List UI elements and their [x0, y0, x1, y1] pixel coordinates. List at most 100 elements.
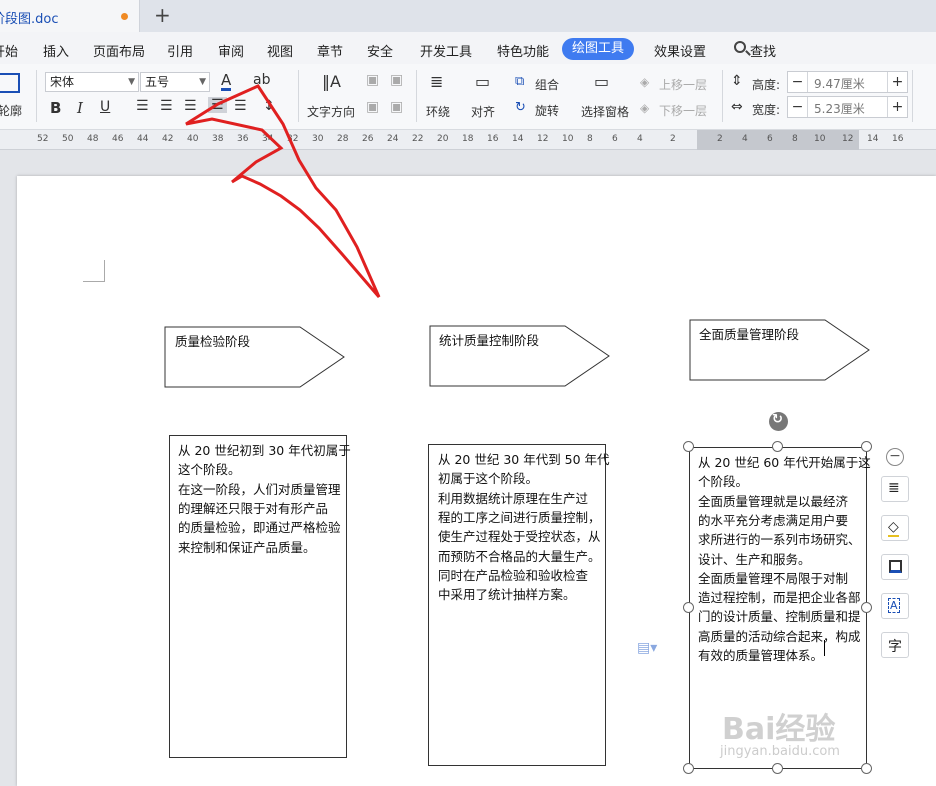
width-label: 宽度: — [752, 103, 781, 117]
menu-developer[interactable]: 开发工具 — [420, 41, 472, 60]
resize-handle-nw[interactable] — [683, 441, 694, 452]
text-direction-icon[interactable]: ‖A — [322, 72, 341, 91]
textbox-prev-icon: ▣ — [366, 99, 380, 115]
rotate-icon[interactable]: ↻ — [515, 100, 526, 115]
align-right-icon[interactable]: ☰ — [184, 98, 197, 114]
menu-page-layout[interactable]: 页面布局 — [93, 41, 145, 60]
rotate-arrow-icon: ↻ — [772, 412, 783, 427]
document-tab[interactable]: 阶段图.doc — [0, 0, 140, 32]
font-color-button[interactable]: A — [221, 72, 232, 91]
ruler-tick-label: 12 — [842, 134, 854, 144]
align-left-icon[interactable]: ☰ — [136, 98, 149, 114]
stage-3-line: 全面质量管理就是以最经济 — [698, 493, 849, 509]
stage-1-line: 的理解还只限于对有形产品 — [178, 500, 329, 516]
menu-references[interactable]: 引用 — [167, 41, 193, 60]
ruler-tick-label: 28 — [337, 134, 349, 144]
ruler-tick-label: 4 — [637, 134, 643, 144]
height-decrease-button[interactable]: − — [788, 72, 808, 92]
side-outline-button[interactable] — [881, 554, 909, 580]
resize-handle-sw[interactable] — [683, 763, 694, 774]
menu-drawing-tools[interactable]: 绘图工具 — [562, 38, 634, 60]
menu-features[interactable]: 特色功能 — [497, 41, 549, 60]
bring-up-button: 上移一层 — [659, 78, 708, 92]
ruler-tick-label: 16 — [892, 134, 904, 144]
wrap-button[interactable]: 环绕 — [426, 103, 450, 120]
stage-2-line: 而预防不合格品的大量生产。 — [438, 548, 601, 564]
new-tab-plus-icon[interactable]: + — [154, 3, 171, 27]
toolbar-separator — [36, 70, 37, 122]
ruler-tick-label: 26 — [362, 134, 374, 144]
height-stepper[interactable]: − 9.47厘米 + — [787, 71, 908, 93]
resize-handle-w[interactable] — [683, 602, 694, 613]
collapse-toolbar-icon[interactable]: − — [886, 448, 904, 466]
distribute-icon[interactable]: ☰ — [234, 98, 247, 114]
rotate-button[interactable]: 旋转 — [535, 102, 559, 119]
line-spacing-icon[interactable]: ↕ — [263, 98, 275, 114]
width-decrease-button[interactable]: − — [788, 97, 808, 117]
document-tab-title: 阶段图.doc — [0, 12, 59, 27]
ruler-tick-label: 18 — [462, 134, 474, 144]
menu-search[interactable]: 查找 — [750, 41, 776, 60]
text-direction-button[interactable]: 文字方向 — [307, 103, 355, 120]
width-stepper[interactable]: − 5.23厘米 + — [787, 96, 908, 118]
justify-icon[interactable]: ☰ — [208, 97, 227, 113]
stage-2-line: 中采用了统计抽样方案。 — [438, 587, 576, 603]
outline-button[interactable]: 轮廓 — [0, 102, 22, 119]
width-value: 5.23厘米 — [814, 102, 865, 116]
font-size-select[interactable]: 五号 ▼ — [140, 72, 210, 92]
menu-review[interactable]: 审阅 — [218, 41, 244, 60]
unsaved-dot-icon — [121, 13, 128, 20]
align-objects-button[interactable]: 对齐 — [471, 103, 495, 120]
menu-start[interactable]: 开始 — [0, 41, 18, 60]
search-icon[interactable] — [734, 41, 746, 53]
align-center-icon[interactable]: ☰ — [160, 98, 173, 114]
highlight-button[interactable]: ab — [253, 72, 270, 88]
font-family-select[interactable]: 宋体 ▼ — [45, 72, 139, 92]
menu-view[interactable]: 视图 — [267, 41, 293, 60]
italic-button[interactable]: I — [77, 99, 83, 117]
ruler-tick-label: 50 — [62, 134, 74, 144]
wrap-icon[interactable]: ≣ — [430, 72, 443, 91]
resize-handle-e[interactable] — [861, 602, 872, 613]
menu-insert[interactable]: 插入 — [43, 41, 69, 60]
selection-pane-button[interactable]: 选择窗格 — [581, 103, 629, 120]
stage-1-line: 来控制和保证产品质量。 — [178, 539, 316, 555]
stage-1-line: 在这一阶段，人们对质量管理 — [178, 481, 341, 497]
ruler-tick-label: 48 — [87, 134, 99, 144]
toolbar-separator — [722, 70, 723, 122]
ruler-tick-label: 10 — [814, 134, 826, 144]
menu-security[interactable]: 安全 — [367, 41, 393, 60]
stage-3-line: 有效的质量管理体系。 — [698, 648, 824, 663]
height-increase-button[interactable]: + — [887, 72, 907, 92]
resize-handle-se[interactable] — [861, 763, 872, 774]
menu-section[interactable]: 章节 — [317, 41, 343, 60]
align-objects-icon[interactable]: ▭ — [475, 72, 490, 91]
ruler-tick-label: 16 — [487, 134, 499, 144]
bold-button[interactable]: B — [50, 99, 61, 117]
paste-options-icon[interactable]: ▤▾ — [637, 640, 657, 656]
side-font-button[interactable]: 字 — [881, 632, 909, 658]
stage-2-line: 使生产过程处于受控状态，从 — [438, 529, 601, 545]
underline-button[interactable]: U — [100, 99, 110, 115]
side-fill-button[interactable]: ◇ — [881, 515, 909, 541]
width-increase-button[interactable]: + — [887, 97, 907, 117]
resize-handle-s[interactable] — [772, 763, 783, 774]
menu-effects[interactable]: 效果设置 — [654, 41, 706, 60]
stage-2-line: 同时在产品检验和验收检查 — [438, 567, 589, 583]
font-size-value: 五号 — [145, 75, 170, 89]
selection-pane-icon[interactable]: ▭ — [594, 72, 609, 91]
resize-handle-n[interactable] — [772, 441, 783, 452]
side-textbox-button[interactable]: A — [881, 593, 909, 619]
stage-3-line: 个阶段。 — [698, 474, 749, 490]
group-button[interactable]: 组合 — [535, 76, 559, 93]
outline-icon[interactable] — [0, 73, 20, 93]
ruler-tick-label: 4 — [742, 134, 748, 144]
stage-1-title: 质量检验阶段 — [175, 334, 251, 349]
side-wrap-button[interactable]: ≣ — [881, 476, 909, 502]
ruler-tick-label: 2 — [717, 134, 723, 144]
group-icon[interactable]: ⧉ — [515, 74, 524, 89]
ruler-tick-label: 44 — [137, 134, 149, 144]
resize-handle-ne[interactable] — [861, 441, 872, 452]
ruler-tick-label: 6 — [612, 134, 618, 144]
ruler-tick-label: 22 — [412, 134, 424, 144]
